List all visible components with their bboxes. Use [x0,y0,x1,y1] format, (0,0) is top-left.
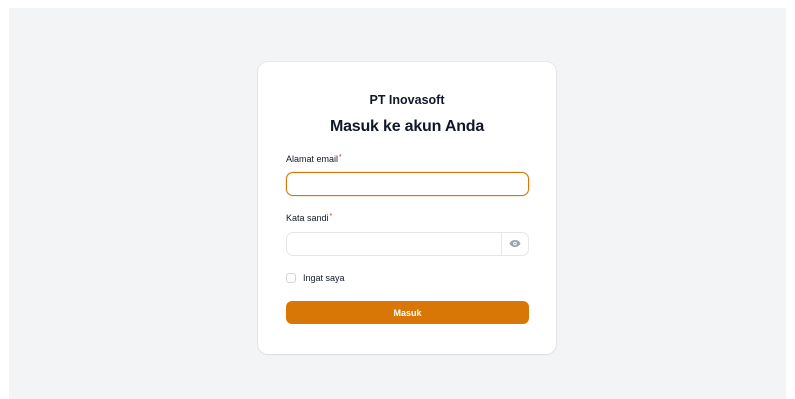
remember-me: Ingat saya [286,273,345,283]
password-field-wrapper [286,232,529,256]
password-label: Kata sandi* [286,213,332,223]
login-card: PT Inovasoft Masuk ke akun Anda Alamat e… [258,62,556,354]
email-label: Alamat email* [286,154,342,164]
remember-me-checkbox[interactable] [286,273,296,283]
email-field-wrapper [286,172,529,196]
eye-icon [509,235,521,253]
password-field[interactable] [287,233,503,255]
submit-button[interactable]: Masuk [286,301,529,324]
password-label-text: Kata sandi [286,213,329,223]
remember-me-label[interactable]: Ingat saya [303,273,345,283]
email-field[interactable] [287,173,528,195]
brand-name: PT Inovasoft [369,93,445,107]
required-asterisk: * [329,213,333,220]
show-password-button[interactable] [501,233,528,255]
required-asterisk: * [339,154,342,161]
email-label-text: Alamat email [286,154,339,164]
page-title: Masuk ke akun Anda [329,118,485,135]
